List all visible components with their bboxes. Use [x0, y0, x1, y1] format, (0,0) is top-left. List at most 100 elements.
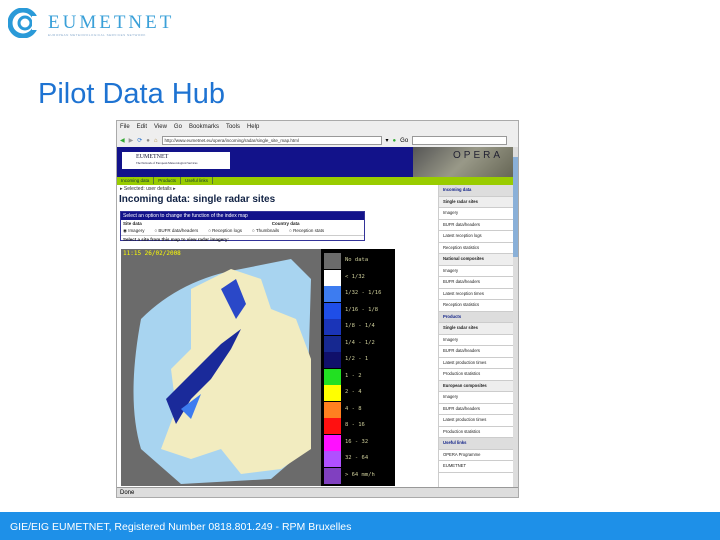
nav-incoming-data[interactable]: Incoming data — [117, 177, 155, 184]
menu-edit[interactable]: Edit — [137, 124, 147, 131]
browser-toolbar: ◀ ▶ ⟳ ● ⌂ http://www.eumetnet.eu/opera/i… — [117, 134, 518, 147]
sidebar-section-header: Incoming data — [439, 185, 513, 197]
sidebar-link[interactable]: BUFR data/headers — [439, 220, 513, 231]
sidebar-link[interactable]: Imagery — [439, 208, 513, 220]
site-data-label: Site data — [123, 221, 142, 226]
legend-label: < 1/32 — [345, 273, 365, 280]
sidebar-link[interactable]: European composites — [439, 380, 513, 392]
scrollbar-thumb[interactable] — [513, 157, 518, 257]
radio-bufr[interactable]: ○ BUFR data/headers — [154, 228, 198, 234]
home-icon[interactable]: ⌂ — [154, 138, 158, 144]
sidebar-link[interactable]: Single radar sites — [439, 323, 513, 335]
legend-label: No data — [345, 257, 369, 263]
sidebar-link[interactable]: Imagery — [439, 392, 513, 404]
legend-label: 2 - 4 — [345, 389, 362, 395]
menu-help[interactable]: Help — [247, 124, 259, 131]
eumetnet-swirl-icon — [7, 7, 44, 39]
sidebar-link[interactable]: BUFR data/headers — [439, 277, 513, 289]
sidebar-link[interactable]: BUFR data/headers — [439, 404, 513, 415]
menu-go[interactable]: Go — [174, 124, 182, 131]
logo-name: EUMETNET — [48, 12, 175, 33]
legend-swatch — [324, 319, 341, 335]
sidebar-link[interactable]: Imagery — [439, 335, 513, 346]
legend-entry: > 64 mm/h — [321, 467, 395, 484]
vertical-scrollbar[interactable] — [513, 147, 518, 487]
legend-swatch — [324, 434, 341, 451]
legend-label: 1 - 2 — [345, 372, 362, 379]
sidebar-link[interactable]: Latest reception logs — [439, 231, 513, 243]
menu-tools[interactable]: Tools — [226, 124, 240, 131]
radio-thumbnails[interactable]: ○ Thumbnails — [252, 228, 279, 234]
legend-entry: 16 - 32 — [321, 434, 395, 451]
back-icon[interactable]: ◀ — [120, 137, 125, 144]
legend-entry: 1/2 - 1 — [321, 352, 395, 368]
banner-logo[interactable]: EUMETNET The Network of European Meteorol… — [122, 152, 230, 169]
stop-icon[interactable]: ● — [146, 138, 150, 144]
map-function-selector: Select an option to change the function … — [120, 211, 365, 243]
sidebar-link[interactable]: EUMETNET — [439, 461, 513, 473]
go-button[interactable]: Go — [400, 138, 408, 144]
breadcrumb: ▸ Selected: user details ▸ — [120, 186, 176, 192]
radar-index-map[interactable]: 11:15 26/02/2008 — [121, 249, 321, 486]
sidebar-section-header: Products — [439, 311, 513, 323]
site-sidebar: Incoming data Single radar sites Imagery BU… — [438, 185, 513, 487]
legend-swatch — [324, 451, 341, 467]
legend-swatch — [324, 418, 341, 434]
legend-swatch — [324, 253, 341, 269]
legend-swatch — [324, 401, 341, 418]
legend-swatch — [324, 385, 341, 401]
legend-label: 32 - 64 — [345, 455, 369, 461]
forward-icon[interactable]: ▶ — [129, 137, 134, 144]
search-input[interactable] — [412, 136, 508, 145]
logo-tagline: EUROPEAN METEOROLOGICAL SERVICES NETWORK — [48, 33, 146, 37]
sidebar-link[interactable]: Production statistics — [439, 369, 513, 381]
menu-view[interactable]: View — [154, 124, 167, 131]
nav-useful-links[interactable]: Useful links — [181, 177, 214, 184]
url-input[interactable]: http://www.eumetnet.eu/opera/incoming/ra… — [161, 136, 382, 145]
browser-status-bar: Done — [117, 487, 518, 497]
menu-file[interactable]: File — [120, 124, 130, 131]
legend-swatch — [324, 352, 341, 368]
legend-entry: 1/8 - 1/4 — [321, 319, 395, 335]
sidebar-link[interactable]: Reception statistics — [439, 300, 513, 312]
legend-swatch — [324, 335, 341, 352]
legend-swatch — [324, 302, 341, 319]
sidebar-link[interactable]: Latest reception times — [439, 289, 513, 300]
sidebar-section-header: Useful links — [439, 438, 513, 450]
legend-swatch — [324, 269, 341, 286]
radio-imagery[interactable]: ◉ Imagery — [123, 228, 144, 234]
sidebar-link[interactable]: Production statistics — [439, 427, 513, 438]
legend-label: 4 - 8 — [345, 405, 362, 412]
legend-entry: 1/32 - 1/16 — [321, 286, 395, 302]
menu-bookmarks[interactable]: Bookmarks — [189, 124, 219, 131]
europe-radar-map[interactable] — [121, 249, 321, 486]
radio-reception-logs[interactable]: ○ Reception logs — [208, 228, 242, 234]
radio-reception-stats[interactable]: ○ Reception stats — [289, 228, 324, 234]
reload-icon[interactable]: ⟳ — [137, 137, 142, 144]
selector-instruction: Select a site from this map to view rada… — [121, 235, 364, 243]
legend-entry: 4 - 8 — [321, 401, 395, 418]
legend-label: 16 - 32 — [345, 438, 369, 445]
legend-entry: 1 - 2 — [321, 368, 395, 385]
site-banner: EUMETNET The Network of European Meteorol… — [117, 147, 513, 177]
legend-entry: < 1/32 — [321, 269, 395, 286]
nav-products[interactable]: Products — [154, 177, 182, 184]
sidebar-link[interactable]: Latest production times — [439, 415, 513, 427]
dropdown-icon[interactable]: ▾ — [386, 137, 389, 144]
sidebar-link[interactable]: Reception statistics — [439, 243, 513, 254]
legend-entry: No data — [321, 253, 395, 269]
sidebar-link[interactable]: Latest production times — [439, 358, 513, 369]
browser-screenshot: File Edit View Go Bookmarks Tools Help ◀ ▶ ⟳ ●… — [116, 120, 519, 498]
page-title: Pilot Data Hub — [38, 78, 225, 110]
legend-label: 1/32 - 1/16 — [345, 290, 382, 296]
sidebar-link[interactable]: OPERA Programme — [439, 450, 513, 461]
sidebar-link[interactable]: BUFR data/headers — [439, 346, 513, 358]
legend-label: 1/16 - 1/8 — [345, 306, 379, 313]
legend-label: 1/2 - 1 — [345, 356, 369, 362]
sidebar-link[interactable]: Single radar sites — [439, 196, 513, 208]
selector-header: Select an option to change the function … — [121, 212, 364, 220]
go-icon[interactable]: ● — [393, 138, 397, 144]
country-data-label: Country data — [271, 221, 300, 226]
sidebar-link[interactable]: National composites — [439, 254, 513, 266]
sidebar-link[interactable]: Imagery — [439, 266, 513, 277]
